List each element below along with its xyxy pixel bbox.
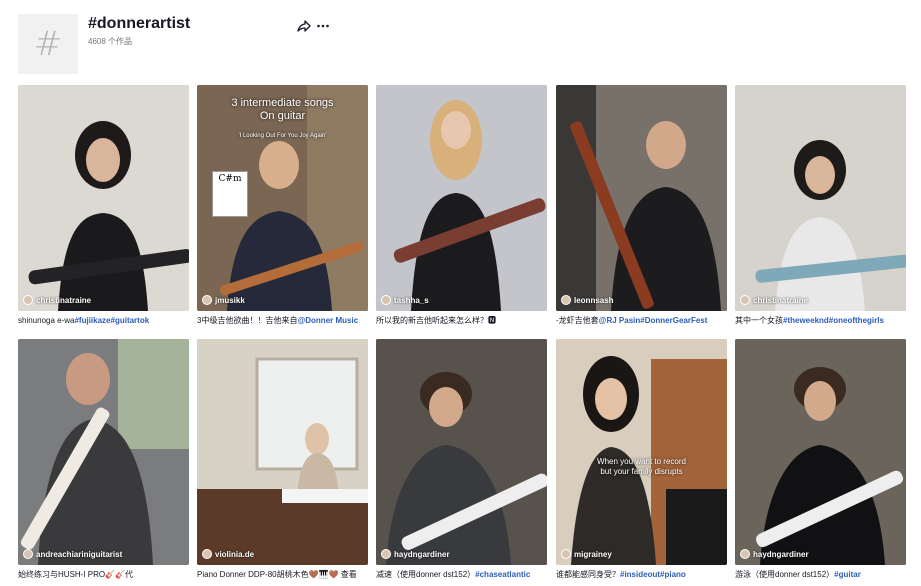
hashtag-avatar: # xyxy=(18,14,78,74)
thumbnail-image xyxy=(376,339,547,565)
avatar xyxy=(202,549,212,559)
username[interactable]: tashha_s xyxy=(394,296,429,305)
thumbnail-image xyxy=(556,339,727,565)
avatar xyxy=(381,295,391,305)
thumbnail-image xyxy=(556,85,727,311)
video-caption: 其中一个女孩#theweeknd#oneofthegirls xyxy=(735,316,884,325)
share-icon[interactable] xyxy=(297,19,311,33)
thumbnail-image xyxy=(18,339,189,565)
hashtag-link[interactable]: #theweeknd#oneofthegirls xyxy=(783,316,884,325)
username[interactable]: andreachiariniguitarist xyxy=(36,550,122,559)
video-caption: 3中级吉他欲曲！！吉他来自@Donner Music xyxy=(197,316,359,325)
username[interactable]: christinatraine xyxy=(753,296,808,305)
video-caption: 游泳（使用donner dst152）#guitar xyxy=(735,570,861,579)
video-caption: 所以我的新吉他听起来怎么样？🅽 xyxy=(376,316,496,325)
video-card[interactable]: tashha_s 所以我的新吉他听起来怎么样？🅽 xyxy=(376,85,547,327)
video-card[interactable]: haydngardiner 游泳（使用donner dst152）#guitar xyxy=(735,339,906,581)
video-card[interactable]: 3 intermediate songs On guitar 'I Lookin… xyxy=(197,85,368,327)
username[interactable]: jmusikk xyxy=(215,296,245,305)
username[interactable]: christinatraine xyxy=(36,296,91,305)
video-thumbnail[interactable]: christinatraine xyxy=(18,85,189,311)
hashtag-link[interactable]: #fujiikaze#guitartok xyxy=(74,316,149,325)
thumbnail-image xyxy=(197,339,368,565)
video-card[interactable]: When you want to record but your family … xyxy=(556,339,727,581)
avatar xyxy=(561,549,571,559)
username[interactable]: haydngardiner xyxy=(394,550,450,559)
video-caption: shinunoga e-wa#fujiikaze#guitartok xyxy=(18,316,150,325)
hashtag-link[interactable]: #guitar xyxy=(834,570,861,579)
hashtag-link[interactable]: #chaseatlantic xyxy=(475,570,530,579)
thumbnail-image xyxy=(735,85,906,311)
avatar xyxy=(23,295,33,305)
video-card[interactable]: andreachiariniguitarist 始终练习与HUSH-I PRO🎸… xyxy=(18,339,189,581)
avatar xyxy=(23,549,33,559)
thumbnail-image xyxy=(376,85,547,311)
hashtag-link[interactable]: @Donner Music xyxy=(297,316,358,325)
video-caption: Piano Donner DDP-80胡桃木色🤎🎹🤎 查看 xyxy=(197,570,357,579)
username[interactable]: haydngardiner xyxy=(753,550,809,559)
video-card[interactable]: christinatraine shinunoga e-wa#fujiikaze… xyxy=(18,85,189,327)
more-icon[interactable] xyxy=(316,19,330,33)
video-thumbnail[interactable]: haydngardiner xyxy=(376,339,547,565)
avatar xyxy=(561,295,571,305)
video-card[interactable]: christinatraine 其中一个女孩#theweeknd#oneofth… xyxy=(735,85,906,327)
overlay-subtitle: 'I Looking Out For You Joy Again' xyxy=(238,133,327,139)
video-caption: 谁都能感同身受？#insideout#piano xyxy=(556,570,686,579)
avatar xyxy=(740,549,750,559)
video-card[interactable]: leonnsash -龙虾吉他套@RJ Pasin#DonnerGearFest xyxy=(556,85,727,327)
thumbnail-image xyxy=(735,339,906,565)
hashtag-link[interactable]: #insideout#piano xyxy=(620,570,686,579)
video-thumbnail[interactable]: 3 intermediate songs On guitar 'I Lookin… xyxy=(197,85,368,311)
overlay-caption: When you want to record but your family … xyxy=(597,457,686,476)
video-thumbnail[interactable]: violinia.de xyxy=(197,339,368,565)
tag-header: # #donnerartist 4608 个作品 xyxy=(18,14,908,76)
video-thumbnail[interactable]: tashha_s xyxy=(376,85,547,311)
video-count: 4608 个作品 xyxy=(88,37,133,46)
video-thumbnail[interactable]: andreachiariniguitarist xyxy=(18,339,189,565)
hashtag-link[interactable]: @RJ Pasin#DonnerGearFest xyxy=(599,316,708,325)
avatar xyxy=(202,295,212,305)
username[interactable]: violinia.de xyxy=(215,550,254,559)
video-card[interactable]: violinia.de Piano Donner DDP-80胡桃木色🤎🎹🤎 查… xyxy=(197,339,368,581)
video-thumbnail[interactable]: haydngardiner xyxy=(735,339,906,565)
thumbnail-image xyxy=(18,85,189,311)
video-caption: 减速（使用donner dst152）#chaseatlantic xyxy=(376,570,531,579)
chord-diagram: C#m xyxy=(212,171,248,217)
video-caption: -龙虾吉他套@RJ Pasin#DonnerGearFest xyxy=(556,316,708,325)
username[interactable]: leonnsash xyxy=(574,296,614,305)
video-thumbnail[interactable]: christinatraine xyxy=(735,85,906,311)
username[interactable]: migrainey xyxy=(574,550,612,559)
avatar xyxy=(381,549,391,559)
avatar xyxy=(740,295,750,305)
video-caption: 始终练习与HUSH-I PRO🎸🎸代 xyxy=(18,570,134,579)
page-title: #donnerartist xyxy=(88,15,191,32)
overlay-title: 3 intermediate songs On guitar xyxy=(231,97,334,122)
video-thumbnail[interactable]: leonnsash xyxy=(556,85,727,311)
hashtag-icon: # xyxy=(33,24,63,64)
video-card[interactable]: haydngardiner 减速（使用donner dst152）#chasea… xyxy=(376,339,547,581)
video-thumbnail[interactable]: When you want to record but your family … xyxy=(556,339,727,565)
